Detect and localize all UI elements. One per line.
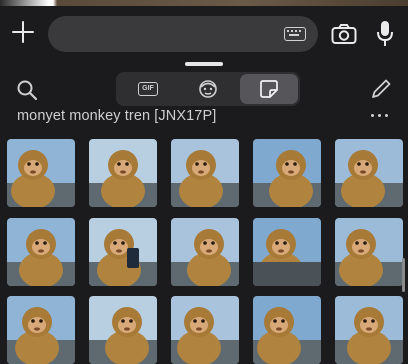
sticker-tile[interactable] <box>89 218 157 286</box>
sticker-tile[interactable] <box>7 296 75 364</box>
monkey-sticker-image <box>89 218 157 286</box>
sticker-tile[interactable] <box>253 296 321 364</box>
monkey-sticker-image <box>7 139 75 207</box>
monkey-sticker-image <box>253 139 321 207</box>
monkey-sticker-image <box>89 139 157 207</box>
sticker-tile[interactable] <box>253 139 321 207</box>
monkey-sticker-image <box>7 296 75 364</box>
sticker-tile[interactable] <box>89 296 157 364</box>
sticker-tile[interactable] <box>7 218 75 286</box>
sticker-tile[interactable] <box>335 218 403 286</box>
sticker-tile[interactable] <box>335 139 403 207</box>
sticker-grid <box>0 0 408 364</box>
monkey-sticker-image <box>253 296 321 364</box>
monkey-sticker-image <box>335 218 403 286</box>
sticker-tile[interactable] <box>89 139 157 207</box>
monkey-sticker-image <box>171 218 239 286</box>
monkey-sticker-image <box>7 218 75 286</box>
sticker-tile[interactable] <box>171 139 239 207</box>
sticker-tile[interactable] <box>335 296 403 364</box>
monkey-sticker-image <box>253 218 321 286</box>
monkey-sticker-image <box>335 296 403 364</box>
monkey-sticker-image <box>171 139 239 207</box>
sticker-tile[interactable] <box>171 218 239 286</box>
sticker-tile[interactable] <box>171 296 239 364</box>
sticker-tile[interactable] <box>253 218 321 286</box>
sticker-tile[interactable] <box>7 139 75 207</box>
scrollbar[interactable] <box>402 258 405 292</box>
monkey-sticker-image <box>335 139 403 207</box>
monkey-sticker-image <box>171 296 239 364</box>
monkey-sticker-image <box>89 296 157 364</box>
